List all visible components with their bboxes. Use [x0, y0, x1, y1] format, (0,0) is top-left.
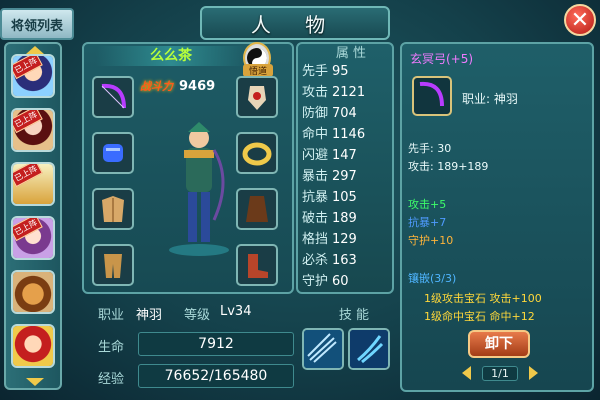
attribute-name: 暴击 — [302, 169, 329, 184]
leg-armor-icon — [104, 254, 122, 278]
combat-power-label: 战斗力 — [140, 80, 173, 93]
level-value: Lv34 — [220, 304, 252, 319]
page-indicator: 1/1 — [482, 365, 518, 381]
attribute-name: 破击 — [302, 211, 329, 226]
attribute-name: 抗暴 — [302, 190, 329, 205]
attribute-value: 189 — [332, 211, 357, 226]
item-attack: 攻击: 189+189 — [408, 160, 489, 173]
attribute-value: 704 — [332, 106, 357, 121]
detail-item-icon — [412, 76, 452, 116]
next-page-icon[interactable] — [528, 366, 538, 380]
item-bonus-line: 抗暴+7 — [408, 216, 447, 229]
attribute-row: 命中 1146 — [302, 123, 392, 144]
attribute-name: 必杀 — [302, 253, 329, 268]
exp-bar: 76652/165480 — [138, 364, 294, 388]
item-bonus-line: 守护+10 — [408, 234, 454, 247]
attribute-row: 闪避 147 — [302, 144, 392, 165]
pager: 1/1 — [462, 364, 538, 382]
gauntlet-icon — [103, 144, 123, 162]
arrow-volley-skill-icon — [304, 330, 342, 368]
equip-gloves-slot[interactable] — [92, 132, 134, 174]
close-button[interactable]: ✕ — [564, 4, 596, 36]
equip-armor-slot[interactable] — [92, 188, 134, 230]
unequip-button[interactable]: 卸下 — [468, 330, 530, 358]
attribute-row: 暴击 297 — [302, 165, 392, 186]
attribute-row: 格挡 129 — [302, 228, 392, 249]
equip-ring-slot[interactable] — [236, 132, 278, 174]
attribute-name: 先手 — [302, 64, 329, 79]
attribute-name: 格挡 — [302, 232, 329, 247]
attribute-name: 攻击 — [302, 85, 329, 100]
exp-label: 经验 — [98, 372, 125, 387]
attribute-row: 必杀 163 — [302, 249, 392, 270]
item-job: 职业: 神羽 — [462, 92, 518, 106]
gem-line-1: 1级攻击宝石 攻击+100 — [424, 292, 542, 305]
attribute-row: 先手 95 — [302, 60, 392, 81]
attribute-value: 297 — [332, 169, 357, 184]
attribute-name: 闪避 — [302, 148, 329, 163]
level-label: 等级 — [184, 308, 211, 323]
scroll-down-arrow-icon[interactable] — [26, 378, 44, 386]
roster-hero-3[interactable]: 已上阵 — [11, 162, 55, 206]
equip-amulet-slot[interactable] — [236, 76, 278, 118]
roster-hero-2[interactable]: 已上阵 — [11, 108, 55, 152]
combat-power: 战斗力 9469 — [140, 76, 240, 96]
amulet-icon — [248, 86, 266, 110]
attribute-name: 守护 — [302, 274, 329, 289]
page-title: 人 物 — [200, 6, 390, 40]
attributes-title: 属 性 — [335, 46, 367, 61]
attribute-row: 破击 189 — [302, 207, 392, 228]
tab-general-list[interactable]: 将领列表 — [0, 8, 74, 40]
attribute-value: 105 — [332, 190, 357, 205]
attribute-row: 攻击 2121 — [302, 81, 392, 102]
equip-boots-slot[interactable] — [236, 244, 278, 286]
gem-line-2: 1级命中宝石 命中+12 — [424, 310, 535, 323]
gem-section-title: 镶嵌(3/3) — [408, 272, 457, 285]
attribute-value: 163 — [332, 253, 357, 268]
bow-icon — [419, 81, 444, 107]
bow-icon — [101, 83, 126, 109]
attribute-value: 129 — [332, 232, 357, 247]
attribute-name: 命中 — [302, 127, 329, 142]
roster-hero-4[interactable]: 已上阵 — [11, 216, 55, 260]
attribute-name: 防御 — [302, 106, 329, 121]
attribute-row: 防御 704 — [302, 102, 392, 123]
combat-power-value: 9469 — [179, 78, 216, 94]
prev-page-icon[interactable] — [462, 366, 471, 380]
hp-bar: 7912 — [138, 332, 294, 356]
item-bonus-line: 攻击+5 — [408, 198, 447, 211]
lightning-skill-icon — [350, 330, 388, 368]
equip-legs-slot[interactable] — [92, 244, 134, 286]
attribute-value: 60 — [332, 274, 349, 289]
profession-value: 神羽 — [136, 308, 163, 323]
attribute-value: 147 — [332, 148, 357, 163]
attribute-row: 守护 60 — [302, 270, 392, 291]
item-name: 玄冥弓(+5) — [410, 52, 474, 66]
hero-name: 么么茶 — [96, 46, 246, 66]
scroll-up-arrow-icon[interactable] — [26, 46, 44, 54]
equip-weapon-slot[interactable] — [92, 76, 134, 118]
skill-slot-2[interactable] — [348, 328, 390, 370]
cloak-icon — [246, 196, 268, 222]
boots-icon — [248, 254, 268, 278]
attribute-value: 2121 — [332, 85, 366, 100]
roster-hero-6[interactable] — [11, 324, 55, 368]
hero-character-figure — [169, 122, 229, 256]
item-speed: 先手: 30 — [408, 142, 452, 155]
profession-label: 职业 — [98, 308, 125, 323]
hp-label: 生命 — [98, 340, 125, 355]
armor-icon — [102, 196, 124, 222]
skills-title: 技 能 — [338, 308, 370, 323]
skill-slot-1[interactable] — [302, 328, 344, 370]
roster-hero-5[interactable] — [11, 270, 55, 314]
roster-hero-1[interactable]: 已上阵 — [11, 54, 55, 98]
attribute-row: 抗暴 105 — [302, 186, 392, 207]
equip-cloak-slot[interactable] — [236, 188, 278, 230]
attribute-value: 1146 — [332, 127, 366, 142]
ring-icon — [242, 142, 272, 166]
attribute-value: 95 — [332, 64, 349, 79]
